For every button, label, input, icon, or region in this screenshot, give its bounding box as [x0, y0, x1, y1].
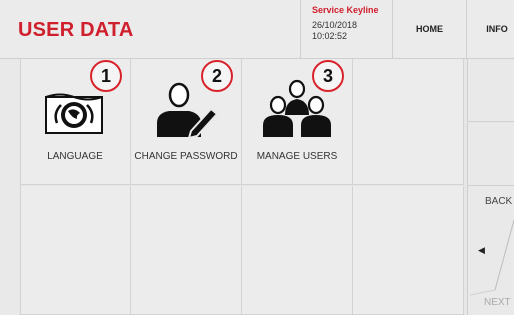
- arrow-left-icon[interactable]: ◀: [478, 245, 485, 256]
- next-button[interactable]: NEXT: [484, 297, 511, 308]
- nav-divider: [469, 219, 514, 296]
- back-button[interactable]: BACK: [485, 196, 512, 207]
